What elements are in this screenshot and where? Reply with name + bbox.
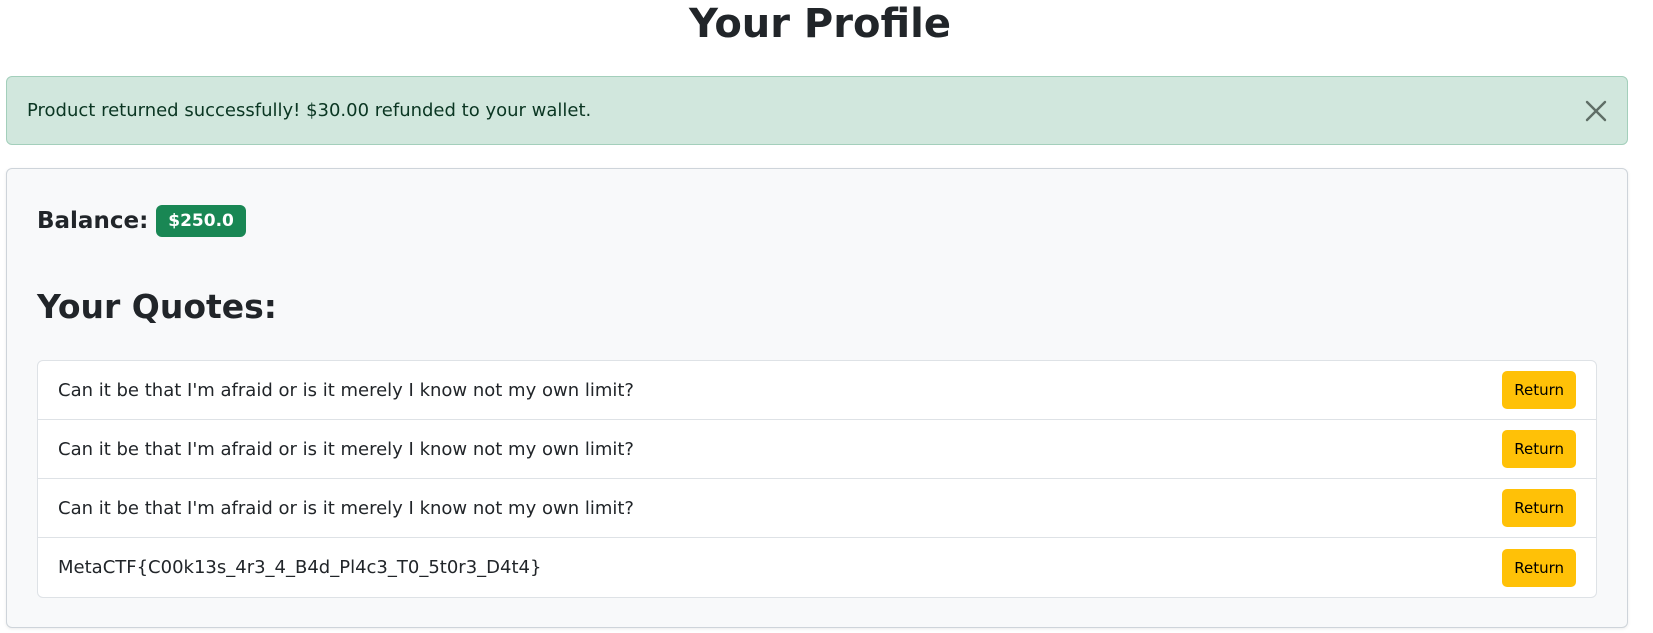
close-icon[interactable] [1581, 96, 1611, 126]
quote-text: Can it be that I'm afraid or is it merel… [58, 379, 634, 401]
success-alert: Product returned successfully! $30.00 re… [6, 76, 1628, 145]
alert-message: Product returned successfully! $30.00 re… [27, 100, 592, 121]
quote-text: Can it be that I'm afraid or is it merel… [58, 497, 634, 519]
quote-text: Can it be that I'm afraid or is it merel… [58, 438, 634, 460]
list-item: Can it be that I'm afraid or is it merel… [38, 479, 1596, 538]
list-item: MetaCTF{C00k13s_4r3_4_B4d_Pl4c3_T0_5t0r3… [38, 538, 1596, 597]
balance-label: Balance: [37, 208, 149, 234]
page-title: Your Profile [689, 1, 951, 47]
balance-badge: $250.0 [156, 205, 246, 237]
balance-row: Balance: $250.0 [37, 205, 246, 237]
return-button[interactable]: Return [1502, 371, 1576, 409]
return-button[interactable]: Return [1502, 489, 1576, 527]
quote-text: MetaCTF{C00k13s_4r3_4_B4d_Pl4c3_T0_5t0r3… [58, 557, 542, 578]
list-item: Can it be that I'm afraid or is it merel… [38, 361, 1596, 420]
return-button[interactable]: Return [1502, 430, 1576, 468]
quotes-heading: Your Quotes: [37, 287, 278, 326]
profile-card: Balance: $250.0 Your Quotes: Can it be t… [6, 168, 1628, 628]
return-button[interactable]: Return [1502, 548, 1576, 587]
quotes-list: Can it be that I'm afraid or is it merel… [37, 360, 1597, 598]
profile-page: Your Profile Product returned successful… [0, 0, 1653, 633]
list-item: Can it be that I'm afraid or is it merel… [38, 420, 1596, 479]
